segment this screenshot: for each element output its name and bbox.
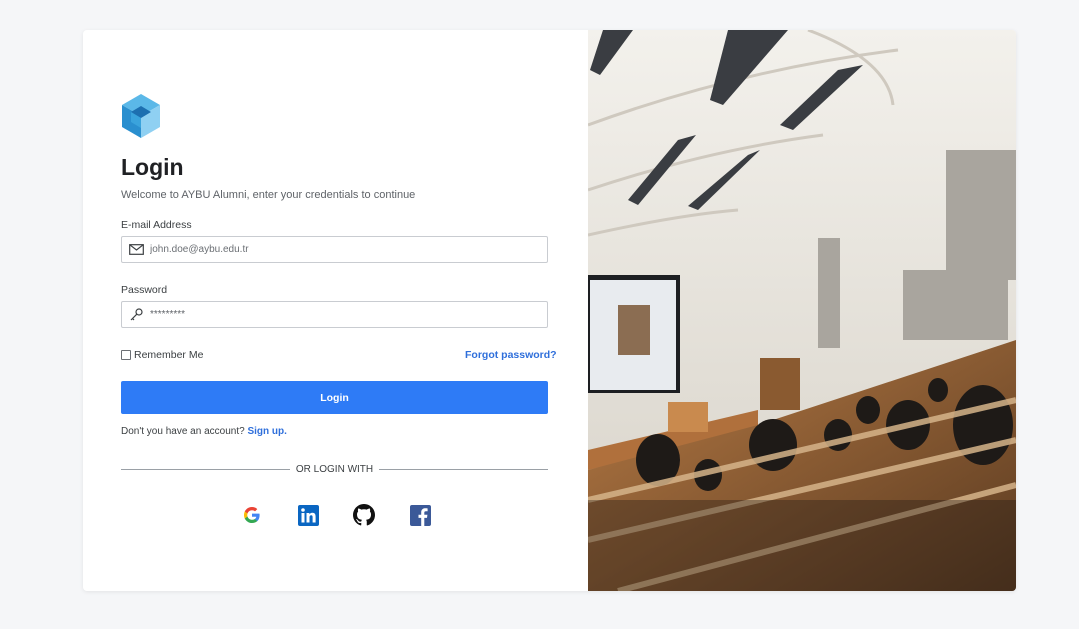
divider-line bbox=[121, 468, 290, 470]
password-input[interactable] bbox=[150, 309, 530, 320]
login-card: Login Welcome to AYBU Alumni, enter your… bbox=[83, 30, 1016, 591]
signup-link[interactable]: Sign up. bbox=[247, 426, 286, 437]
signup-row: Don't you have an account? Sign up. bbox=[121, 426, 287, 437]
remember-me[interactable]: Remember Me bbox=[121, 349, 203, 361]
email-label: E-mail Address bbox=[121, 219, 192, 231]
password-field[interactable] bbox=[121, 301, 548, 328]
or-login-divider: OR LOGIN WITH bbox=[121, 462, 549, 476]
aybu-logo bbox=[122, 94, 160, 138]
login-panel: Login Welcome to AYBU Alumni, enter your… bbox=[83, 30, 588, 591]
no-account-text: Don't you have an account? bbox=[121, 426, 245, 437]
remember-checkbox[interactable] bbox=[121, 350, 131, 360]
github-icon[interactable] bbox=[353, 504, 375, 526]
lecture-hall-photo bbox=[588, 30, 1016, 591]
email-field[interactable] bbox=[121, 236, 548, 263]
page-subtitle: Welcome to AYBU Alumni, enter your crede… bbox=[121, 189, 416, 201]
divider-line bbox=[379, 468, 549, 470]
envelope-icon bbox=[128, 243, 144, 257]
key-icon bbox=[128, 308, 144, 322]
google-icon[interactable] bbox=[241, 504, 263, 526]
email-input[interactable] bbox=[150, 244, 530, 255]
forgot-password-link[interactable]: Forgot password? bbox=[465, 349, 557, 361]
remember-label: Remember Me bbox=[134, 349, 204, 361]
linkedin-icon[interactable] bbox=[297, 504, 319, 526]
divider-text: OR LOGIN WITH bbox=[295, 463, 374, 475]
login-button[interactable]: Login bbox=[121, 381, 548, 414]
password-label: Password bbox=[121, 284, 168, 296]
page-title: Login bbox=[121, 154, 184, 180]
facebook-icon[interactable] bbox=[409, 504, 431, 526]
